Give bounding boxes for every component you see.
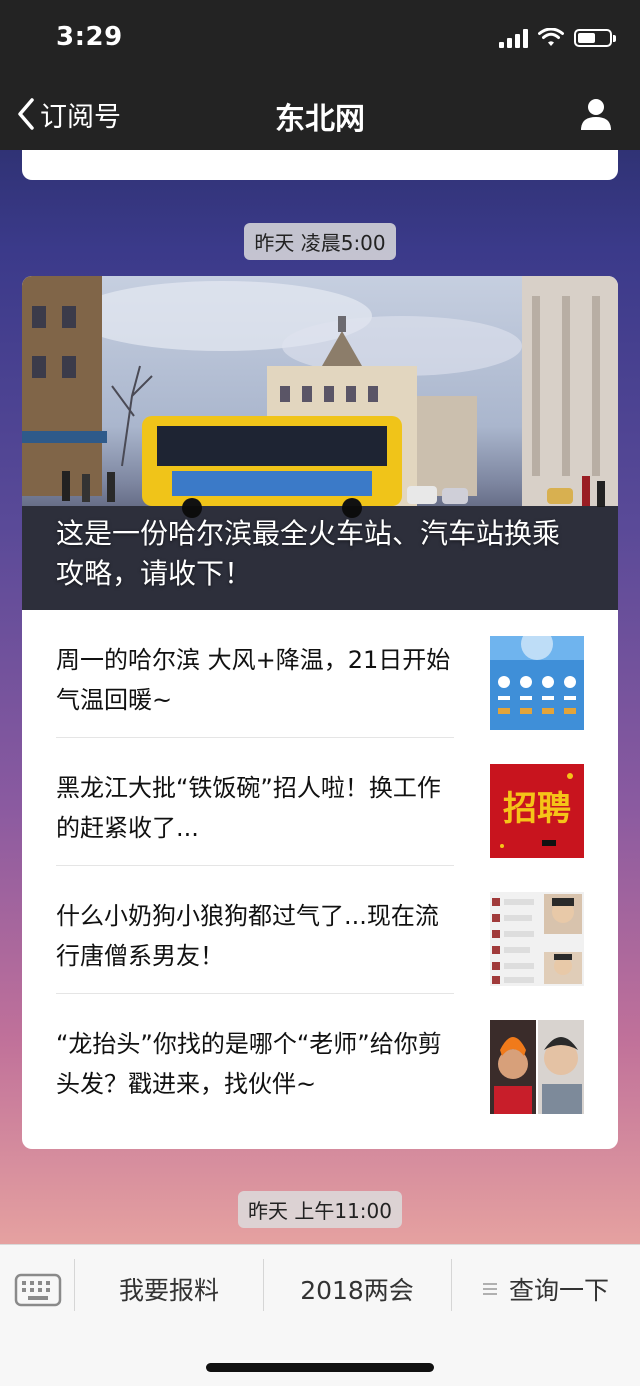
- sub-article-title: “龙抬头”你找的是哪个“老师”给你剪头发？戳进来，找伙伴~: [56, 1030, 442, 1098]
- status-bar: 3:29: [0, 0, 640, 80]
- page-title: 东北网: [275, 102, 365, 137]
- profile-button[interactable]: [576, 94, 616, 134]
- message-timestamp: 昨天 上午11:00: [0, 1191, 640, 1228]
- weather-forecast-thumb: [490, 636, 584, 730]
- status-time: 3:29: [56, 22, 123, 52]
- recruitment-thumb: 招聘: [490, 764, 584, 858]
- battery-level: [578, 33, 595, 43]
- status-icons: [499, 26, 616, 50]
- person-icon: [581, 99, 611, 130]
- haircut-photo-thumb: [490, 1020, 584, 1114]
- sub-article-item[interactable]: 什么小奶狗小狼狗都过气了...现在流行唐僧系男友！: [22, 866, 618, 994]
- sub-article-item[interactable]: 周一的哈尔滨 大风+降温，21日开始气温回暖~: [22, 610, 618, 738]
- keyboard-icon: [14, 1273, 62, 1307]
- bottom-menu-bar: 我要报料 2018两会 查询一下: [0, 1244, 640, 1386]
- keyboard-toggle-button[interactable]: [14, 1273, 62, 1307]
- sub-article-title: 周一的哈尔滨 大风+降温，21日开始气温回暖~: [56, 646, 451, 714]
- menu-item-query[interactable]: 查询一下: [452, 1259, 640, 1319]
- signal-icon: [499, 28, 528, 48]
- main-article-cover[interactable]: 这是一份哈尔滨最全火车站、汽车站换乘攻略，请收下！: [22, 276, 618, 610]
- sub-article-item[interactable]: 黑龙江大批“铁饭碗”招人啦！换工作的赶紧收了... 招聘: [22, 738, 618, 866]
- sub-article-item[interactable]: “龙抬头”你找的是哪个“老师”给你剪头发？戳进来，找伙伴~: [22, 994, 618, 1122]
- nav-bar: 订阅号 东北网: [0, 80, 640, 150]
- wifi-icon: [538, 28, 564, 46]
- article-group-card: 这是一份哈尔滨最全火车站、汽车站换乘攻略，请收下！ 周一的哈尔滨 大风+降温，2…: [22, 276, 618, 1149]
- recruit-text: 招聘: [503, 789, 571, 829]
- menu-separator: [74, 1259, 75, 1311]
- menu-item-two-sessions[interactable]: 2018两会: [264, 1259, 450, 1319]
- home-indicator[interactable]: [206, 1363, 434, 1372]
- sub-article-title: 什么小奶狗小狼狗都过气了...现在流行唐僧系男友！: [56, 902, 439, 970]
- message-timestamp: 昨天 凌晨5:00: [0, 223, 640, 260]
- battery-icon: [574, 29, 616, 47]
- menu-item-report[interactable]: 我要报料: [76, 1259, 262, 1319]
- menu-list-icon: [482, 1283, 497, 1295]
- main-article-title: 这是一份哈尔滨最全火车站、汽车站换乘攻略，请收下！: [56, 517, 561, 590]
- previous-article-card[interactable]: [22, 150, 618, 180]
- chat-screenshot-thumb: [490, 892, 584, 986]
- message-list[interactable]: 昨天 凌晨5:00 这是一份哈尔滨最全火车站、汽车站换乘攻略，请收下！ 周一的哈…: [0, 150, 640, 1244]
- sub-article-title: 黑龙江大批“铁饭碗”招人啦！换工作的赶紧收了...: [56, 774, 441, 842]
